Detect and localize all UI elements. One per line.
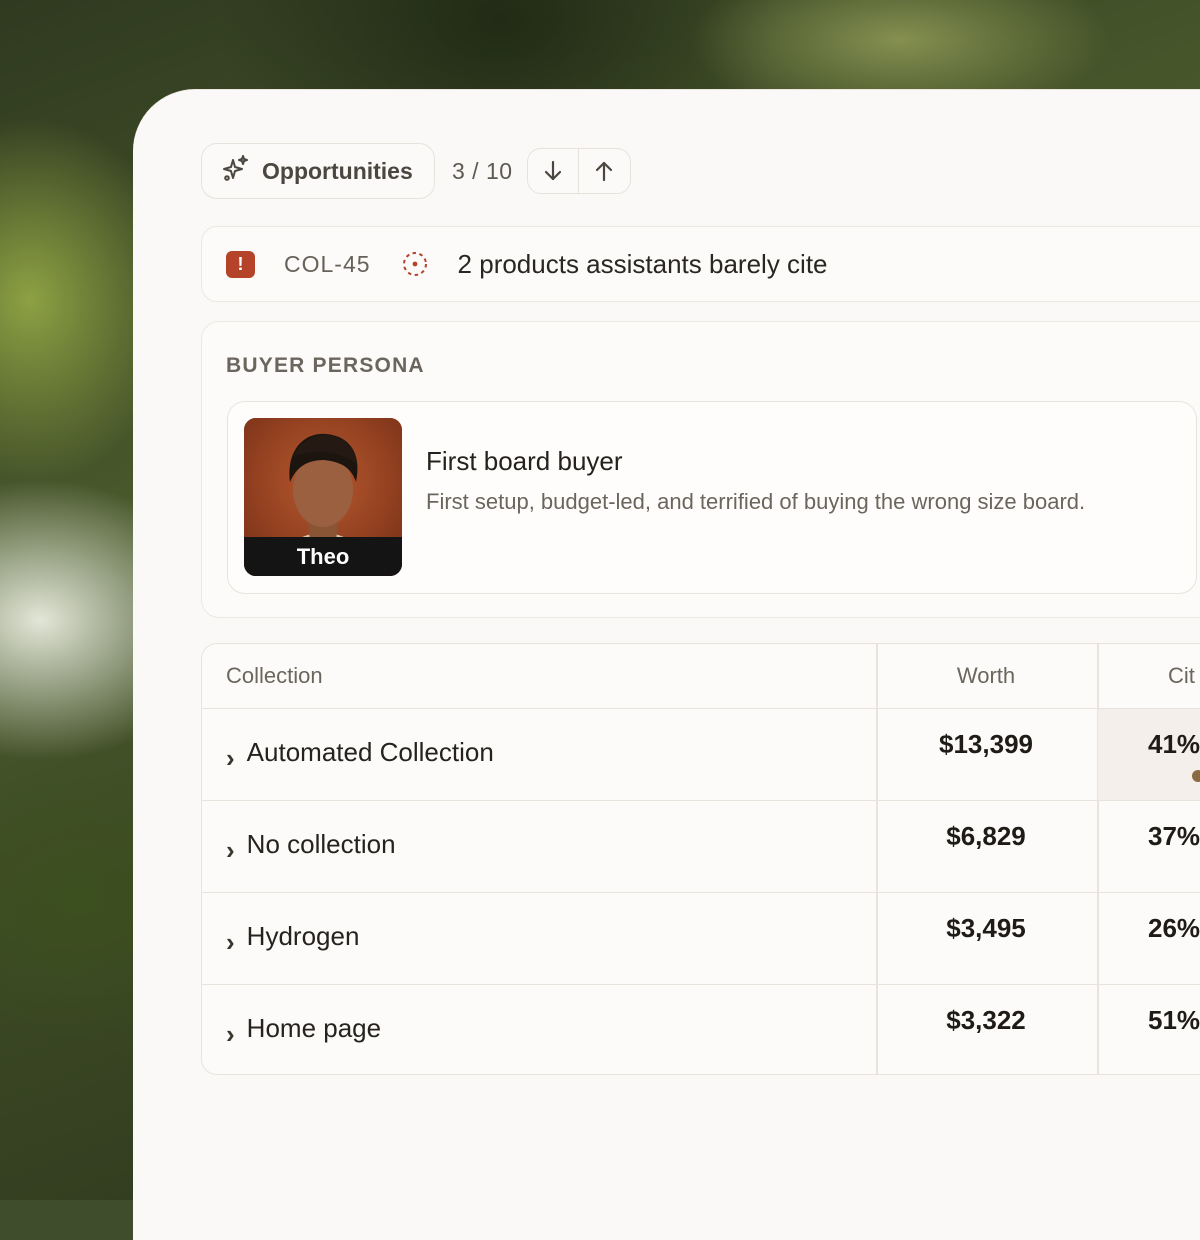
worth-value: $6,829	[946, 821, 1026, 851]
header-cite[interactable]: Cit	[1098, 644, 1195, 708]
table-row[interactable]: › Automated Collection $13,399 41%	[202, 709, 1200, 801]
indicator-dot-icon	[1192, 770, 1200, 782]
previous-button[interactable]	[578, 149, 630, 193]
cite-value: 51%	[1148, 1005, 1200, 1035]
persona-details[interactable]: Theo First board buyer First setup, budg…	[227, 401, 1197, 594]
table-row[interactable]: › Hydrogen $3,495 26%	[202, 893, 1200, 985]
collection-name: No collection	[246, 829, 396, 859]
issue-id: COL-45	[284, 250, 371, 277]
cite-value: 41%	[1148, 729, 1200, 759]
cite-value: 26%	[1148, 913, 1200, 943]
collections-table: Collection Worth Cit › Automated Collect…	[201, 643, 1200, 1075]
worth-value: $13,399	[939, 729, 1033, 759]
header-worth[interactable]: Worth	[876, 644, 1096, 708]
issue-card[interactable]: ! COL-45 2 products assistants barely ci…	[201, 226, 1200, 302]
section-label: BUYER PERSONA	[226, 354, 425, 377]
chevron-right-icon[interactable]: ›	[226, 1019, 235, 1050]
navigation-group	[526, 148, 631, 194]
issue-title: 2 products assistants barely cite	[457, 248, 828, 279]
opportunity-counter: 3 / 10	[452, 157, 513, 184]
toolbar: Opportunities 3 / 10	[201, 143, 631, 199]
worth-value: $3,495	[946, 913, 1026, 943]
cite-value: 37%	[1148, 821, 1200, 851]
avatar: Theo	[244, 418, 402, 576]
header-collection[interactable]: Collection	[226, 644, 323, 708]
opportunities-button[interactable]: Opportunities	[201, 143, 435, 199]
table-row[interactable]: › No collection $6,829 37%	[202, 801, 1200, 893]
sparkles-icon	[222, 154, 250, 188]
persona-name: Theo	[244, 537, 402, 576]
arrow-down-icon	[544, 160, 561, 181]
chevron-right-icon[interactable]: ›	[226, 743, 235, 774]
persona-title: First board buyer	[426, 446, 623, 476]
next-button[interactable]	[528, 149, 579, 193]
collection-name: Hydrogen	[246, 921, 360, 951]
status-dashed-circle-icon	[401, 250, 429, 278]
collection-name: Automated Collection	[246, 737, 494, 767]
table-row[interactable]: › Home page $3,322 51%	[202, 985, 1200, 1074]
opportunities-label: Opportunities	[262, 157, 413, 184]
chevron-right-icon[interactable]: ›	[226, 927, 235, 958]
arrow-up-icon	[596, 161, 613, 182]
persona-description: First setup, budget-led, and terrified o…	[426, 489, 1086, 514]
collection-name: Home page	[246, 1013, 382, 1043]
main-panel: Opportunities 3 / 10 ! COL-45 2 products…	[133, 89, 1200, 1240]
alert-icon: !	[226, 250, 255, 278]
worth-value: $3,322	[946, 1005, 1026, 1035]
chevron-right-icon[interactable]: ›	[226, 835, 235, 866]
table-header: Collection Worth Cit	[202, 644, 1200, 709]
buyer-persona-card: BUYER PERSONA Theo First board buyer Fir…	[201, 321, 1200, 618]
